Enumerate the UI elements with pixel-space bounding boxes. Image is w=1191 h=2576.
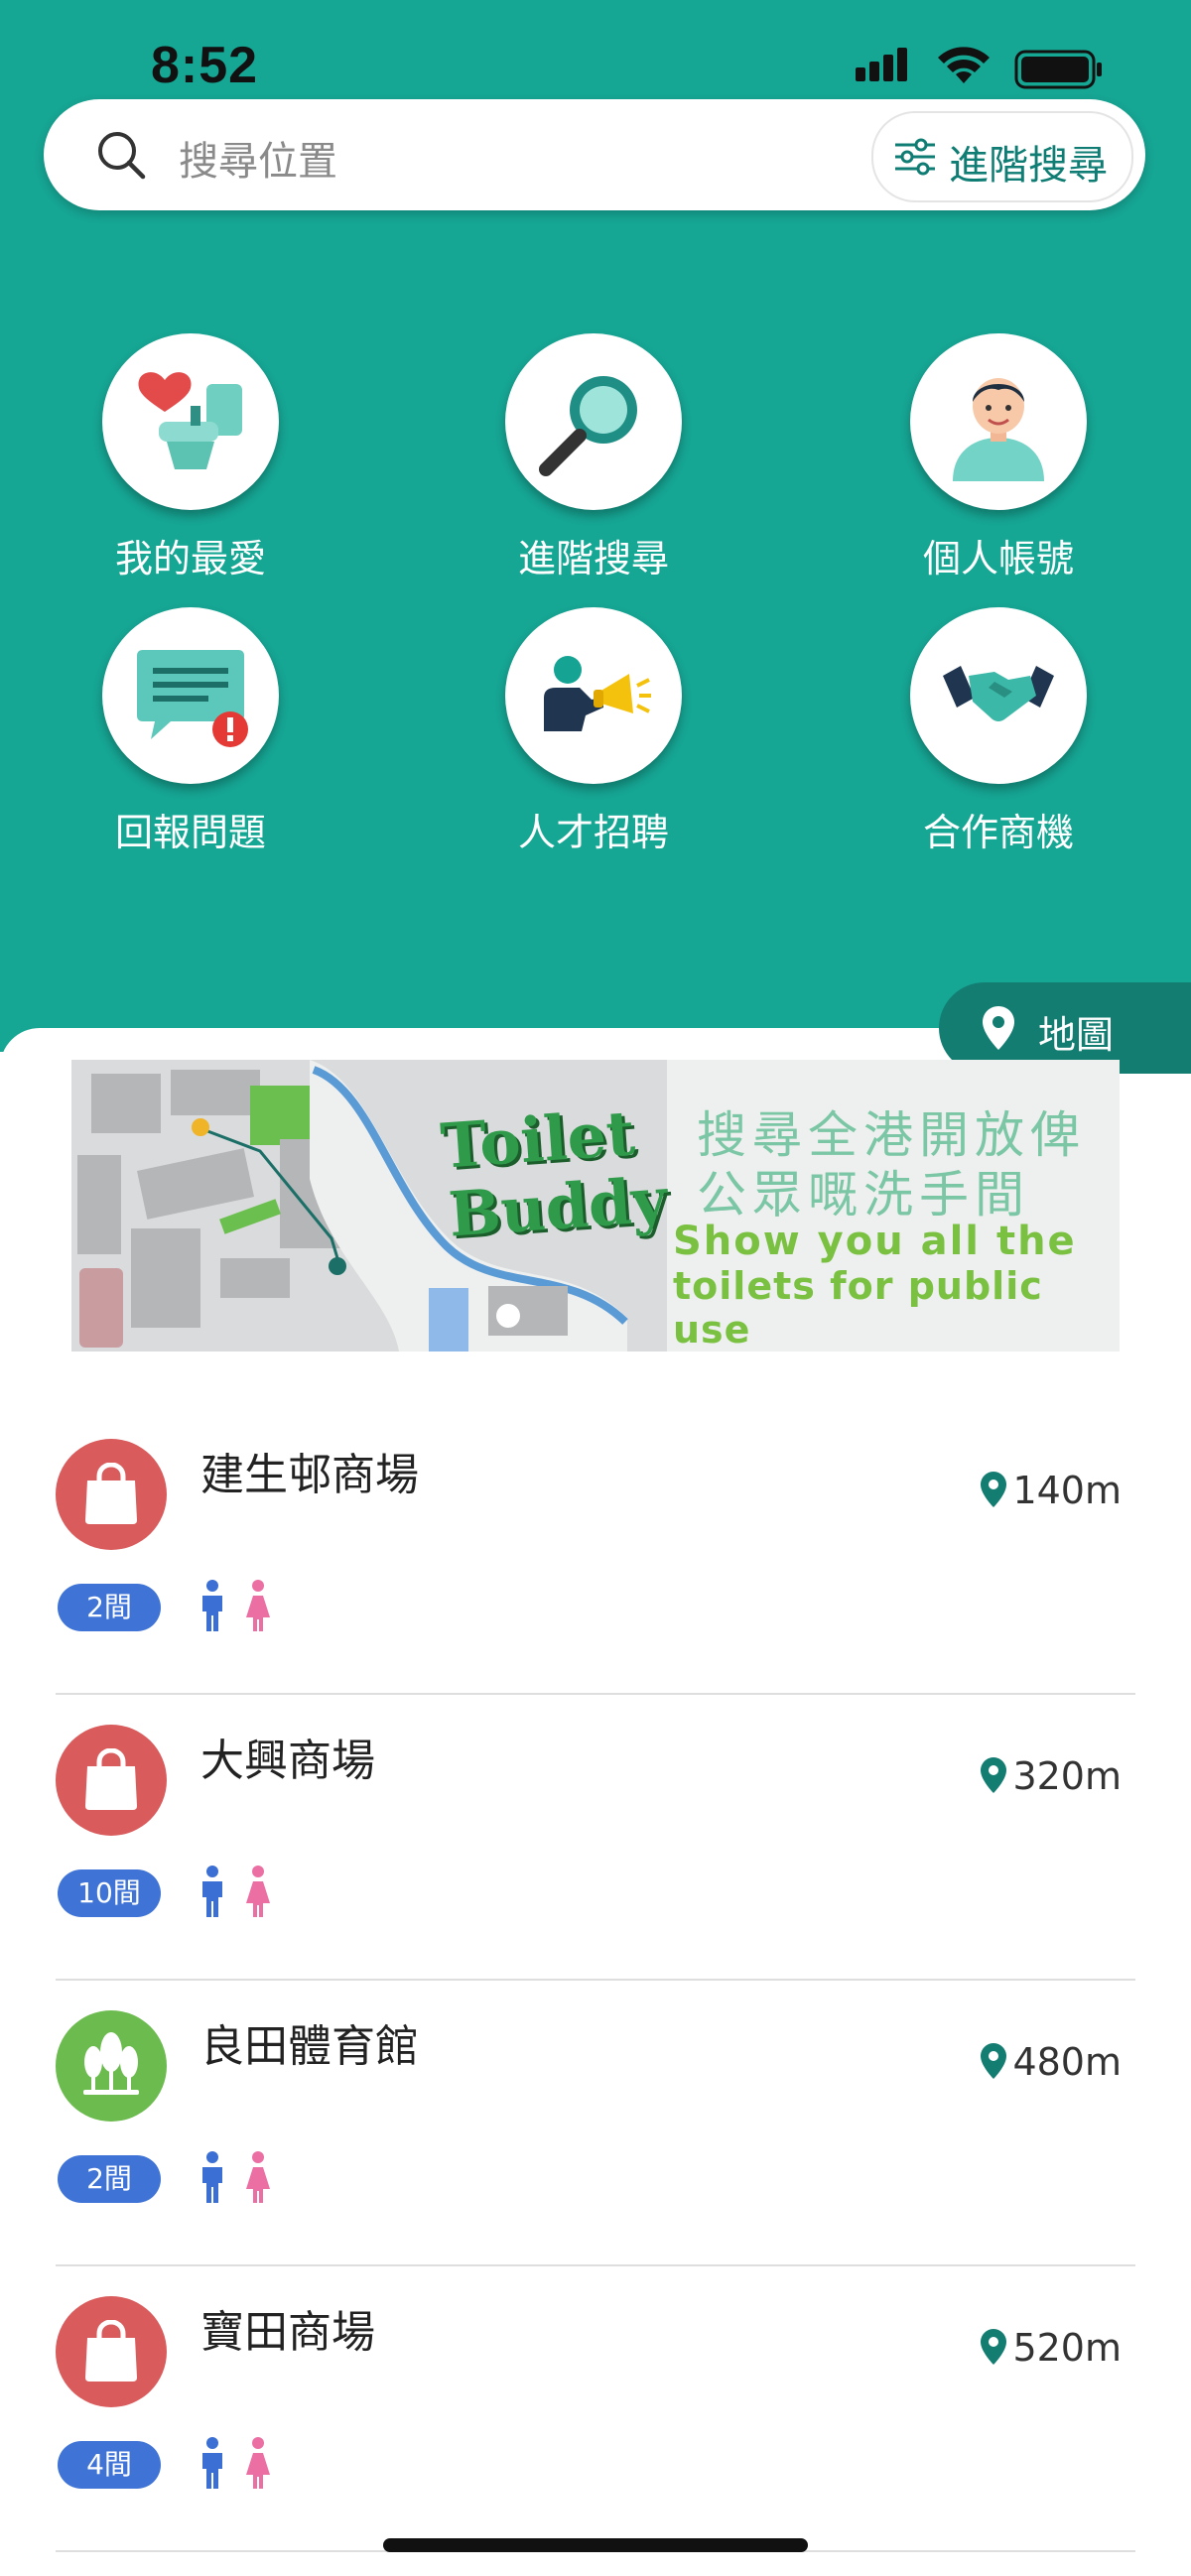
promo-banner[interactable]: Toilet Buddy 搜尋全港開放俾 公眾嘅洗手間 Show you all… bbox=[71, 1060, 1120, 1352]
search-input[interactable]: 搜尋位置 bbox=[179, 129, 337, 187]
shortcut-label: 合作商機 bbox=[922, 811, 1074, 854]
advanced-search-label: 進階搜尋 bbox=[949, 143, 1108, 189]
female-icon bbox=[246, 2437, 270, 2489]
place-distance: 140m bbox=[981, 1469, 1122, 1512]
shopping-bag-icon bbox=[85, 1463, 137, 1524]
map-button-label: 地圖 bbox=[1038, 1013, 1115, 1057]
place-name: 良田體育館 bbox=[200, 2021, 419, 2072]
shortcut-label: 回報問題 bbox=[114, 811, 266, 854]
advanced-search-button[interactable]: 進階搜尋 bbox=[871, 111, 1133, 202]
list-item[interactable]: 良田體育館 480m 2間 bbox=[56, 1979, 1135, 2266]
location-pin-icon bbox=[981, 2043, 1007, 2079]
female-icon bbox=[246, 2151, 270, 2203]
shortcut-label: 我的最愛 bbox=[114, 537, 266, 580]
shopping-bag-avatar bbox=[56, 1439, 167, 1550]
place-name: 建生邨商場 bbox=[200, 1450, 419, 1500]
status-bar: 8:52 bbox=[0, 0, 1191, 99]
park-avatar bbox=[56, 2010, 167, 2122]
list-item[interactable]: 大興商場 320m 10間 bbox=[56, 1693, 1135, 1981]
shortcut-favorites[interactable]: 我的最愛 bbox=[62, 333, 320, 582]
location-pin-icon bbox=[981, 2329, 1007, 2365]
handshake-icon bbox=[943, 666, 1054, 721]
male-icon bbox=[202, 2437, 222, 2489]
search-bar[interactable]: 搜尋位置 進階搜尋 bbox=[44, 99, 1145, 210]
list-item[interactable]: 寶田商場 520m 4間 bbox=[56, 2264, 1135, 2552]
female-icon bbox=[246, 1866, 270, 1917]
banner-cn-line2: 公眾嘅洗手間 bbox=[697, 1166, 1030, 1224]
female-icon bbox=[246, 1580, 270, 1631]
filter-sliders-icon bbox=[895, 138, 935, 176]
banner-logo-line2: Buddy bbox=[446, 1163, 670, 1251]
megaphone-recruit-icon bbox=[544, 656, 651, 731]
place-distance: 480m bbox=[981, 2040, 1122, 2084]
location-pin-icon bbox=[981, 1472, 1007, 1507]
male-icon bbox=[202, 2151, 222, 2203]
toilet-count-badge: 2間 bbox=[58, 2155, 161, 2203]
shortcut-report[interactable]: 回報問題 bbox=[62, 607, 320, 856]
shortcut-advanced-search[interactable]: 進階搜尋 bbox=[464, 333, 723, 582]
search-icon bbox=[98, 132, 146, 180]
shopping-bag-avatar bbox=[56, 1725, 167, 1836]
shortcut-label: 個人帳號 bbox=[922, 537, 1074, 580]
shopping-bag-avatar bbox=[56, 2296, 167, 2407]
place-distance: 320m bbox=[981, 1754, 1122, 1798]
banner-en-line1: Show you all the bbox=[673, 1219, 1077, 1264]
person-avatar-icon bbox=[953, 378, 1044, 481]
banner-en-line2: toilets for public use bbox=[673, 1264, 1043, 1352]
home-indicator[interactable] bbox=[383, 2538, 808, 2552]
place-distance: 520m bbox=[981, 2326, 1122, 2370]
location-pin-icon bbox=[981, 1757, 1007, 1793]
place-name: 寶田商場 bbox=[200, 2307, 375, 2358]
magnifier-icon bbox=[539, 376, 637, 476]
status-time: 8:52 bbox=[151, 37, 259, 94]
male-icon bbox=[202, 1866, 222, 1917]
distance-text: 320m bbox=[1012, 1754, 1122, 1798]
distance-text: 140m bbox=[1012, 1469, 1122, 1512]
toilet-count-badge: 2間 bbox=[58, 1584, 161, 1631]
shopping-bag-icon bbox=[85, 1748, 137, 1810]
male-icon bbox=[202, 1580, 222, 1631]
toilet-count-badge: 4間 bbox=[58, 2441, 161, 2489]
chat-alert-icon bbox=[137, 650, 248, 747]
shortcut-label: 進階搜尋 bbox=[517, 537, 669, 580]
toilet-count-badge: 10間 bbox=[58, 1869, 161, 1917]
distance-text: 520m bbox=[1012, 2326, 1122, 2370]
trees-icon bbox=[83, 2032, 139, 2095]
list-item[interactable]: 建生邨商場 140m 2間 bbox=[56, 1407, 1135, 1695]
map-pin-icon bbox=[983, 1006, 1014, 1050]
signal-icon bbox=[856, 48, 907, 81]
shortcut-account[interactable]: 個人帳號 bbox=[869, 333, 1127, 582]
place-name: 大興商場 bbox=[200, 1736, 375, 1786]
battery-icon bbox=[1014, 50, 1102, 89]
shopping-bag-icon bbox=[85, 2320, 137, 2382]
distance-text: 480m bbox=[1012, 2040, 1122, 2084]
shortcut-recruit[interactable]: 人才招聘 bbox=[464, 607, 723, 856]
shortcut-label: 人才招聘 bbox=[517, 811, 669, 854]
shortcut-partnership[interactable]: 合作商機 bbox=[869, 607, 1127, 856]
wifi-icon bbox=[938, 47, 990, 83]
toilet-heart-icon bbox=[138, 372, 242, 469]
